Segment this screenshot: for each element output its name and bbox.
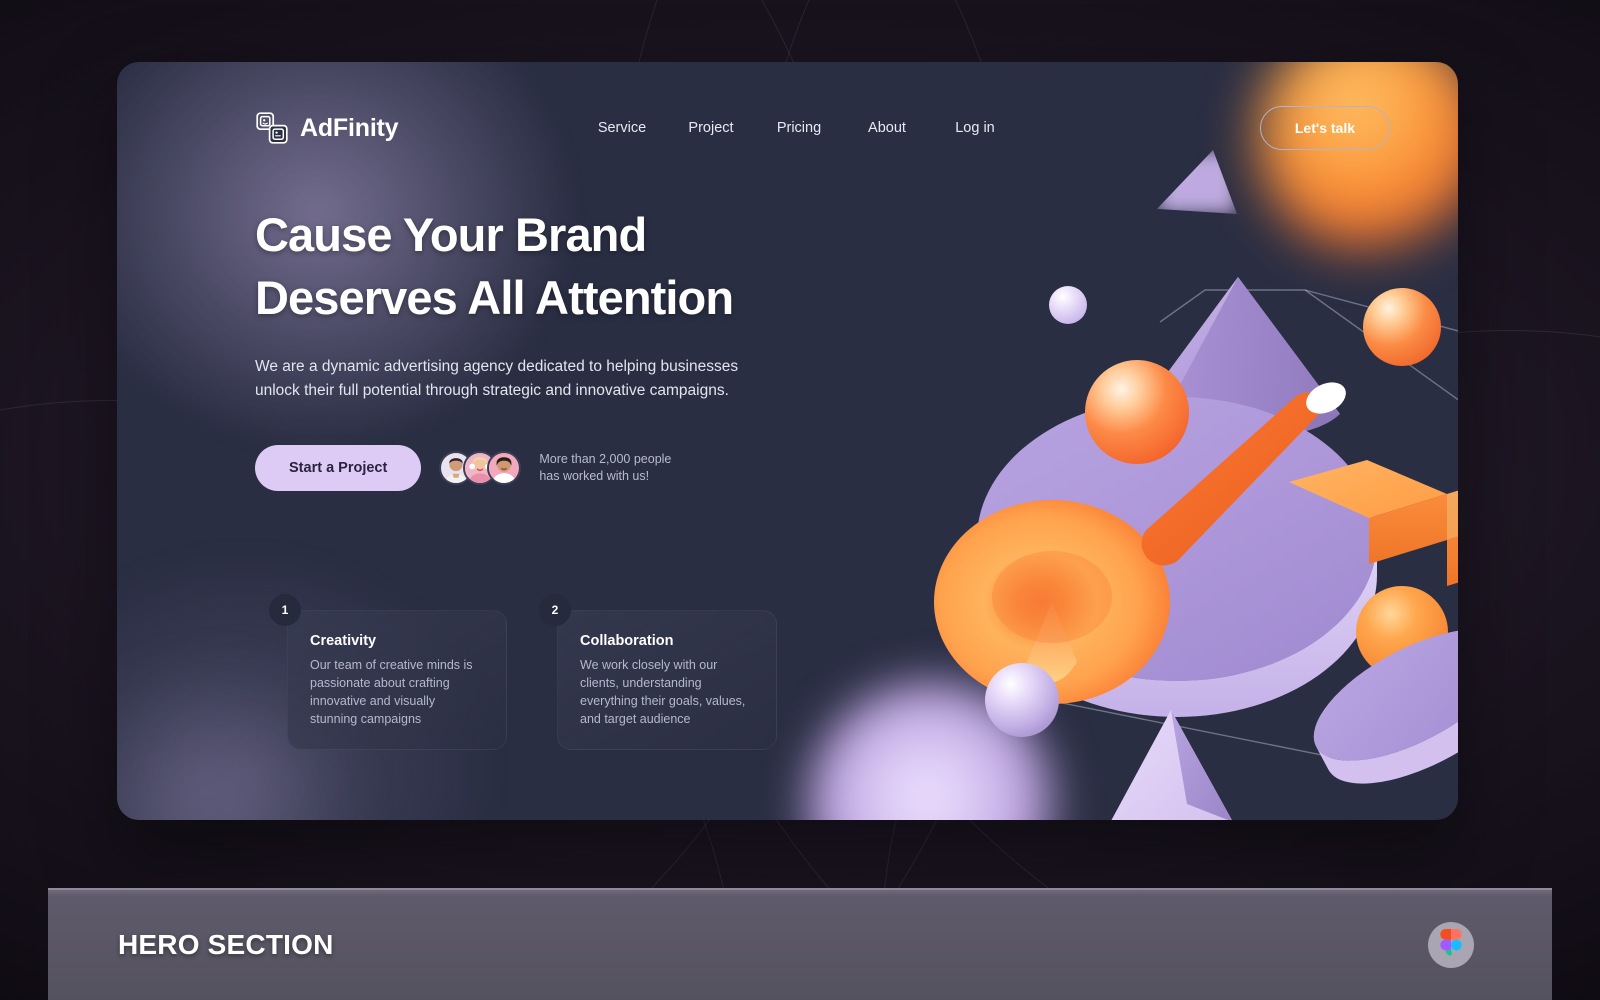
feature-description: Our team of creative minds is passionate… xyxy=(310,658,473,727)
hero-subtitle: We are a dynamic advertising agency dedi… xyxy=(255,358,739,400)
feature-number-badge: 2 xyxy=(539,594,571,626)
headline-line-1: Cause Your Brand xyxy=(255,208,647,261)
nav-item-service[interactable]: Service xyxy=(577,120,667,136)
nav-item-project[interactable]: Project xyxy=(667,120,755,136)
headline-line-2: Deserves All Attention xyxy=(255,270,734,324)
feature-card-collaboration[interactable]: 2 Collaboration We work closely with our… xyxy=(539,594,777,750)
nav-item-about[interactable]: About xyxy=(843,120,931,136)
cta-row: Start a Project More than 2,000 people h… xyxy=(255,445,815,492)
shape-sphere-orange-right xyxy=(1363,288,1441,366)
brand-logo[interactable]: AdFinity xyxy=(255,111,399,145)
hero-content: Cause Your Brand Deserves All Attention … xyxy=(255,204,815,492)
shape-sphere-lavender-small xyxy=(1049,286,1087,324)
feature-title: Creativity xyxy=(310,633,377,649)
feature-card-body: Collaboration We work closely with our c… xyxy=(557,610,777,750)
caption-bar: HERO SECTION xyxy=(48,888,1552,1000)
social-proof-line-2: has worked with us! xyxy=(539,469,650,484)
nav-item-pricing[interactable]: Pricing xyxy=(755,120,843,136)
feature-description: We work closely with our clients, unders… xyxy=(580,658,746,727)
shape-sphere-orange-top xyxy=(1085,360,1189,464)
nav-links: Service Project Pricing About Log in xyxy=(577,120,1019,136)
overlapping-squares-icon xyxy=(255,111,289,145)
hero-card: AdFinity Service Project Pricing About L… xyxy=(117,62,1458,820)
feature-cards: 1 Creativity Our team of creative minds … xyxy=(269,594,777,750)
shape-pyramid-purple xyxy=(1111,710,1232,820)
navbar: AdFinity Service Project Pricing About L… xyxy=(117,62,1458,194)
page-title: Cause Your Brand Deserves All Attention xyxy=(255,204,815,329)
shape-sphere-lavender-lower xyxy=(985,663,1059,737)
avatar xyxy=(487,451,522,486)
feature-card-body: Creativity Our team of creative minds is… xyxy=(287,610,507,750)
figma-logo-icon[interactable] xyxy=(1428,922,1474,968)
feature-number-badge: 1 xyxy=(269,594,301,626)
feature-card-creativity[interactable]: 1 Creativity Our team of creative minds … xyxy=(269,594,507,750)
social-proof-text: More than 2,000 people has worked with u… xyxy=(539,451,671,485)
lets-talk-button[interactable]: Let's talk xyxy=(1259,106,1390,150)
nav-item-login[interactable]: Log in xyxy=(931,120,1019,136)
caption-title: HERO SECTION xyxy=(118,929,334,960)
feature-title: Collaboration xyxy=(580,633,674,649)
brand-name: AdFinity xyxy=(300,113,399,142)
avatar-group xyxy=(439,451,522,486)
social-proof-line-1: More than 2,000 people xyxy=(539,452,672,467)
start-a-project-button[interactable]: Start a Project xyxy=(255,445,422,492)
